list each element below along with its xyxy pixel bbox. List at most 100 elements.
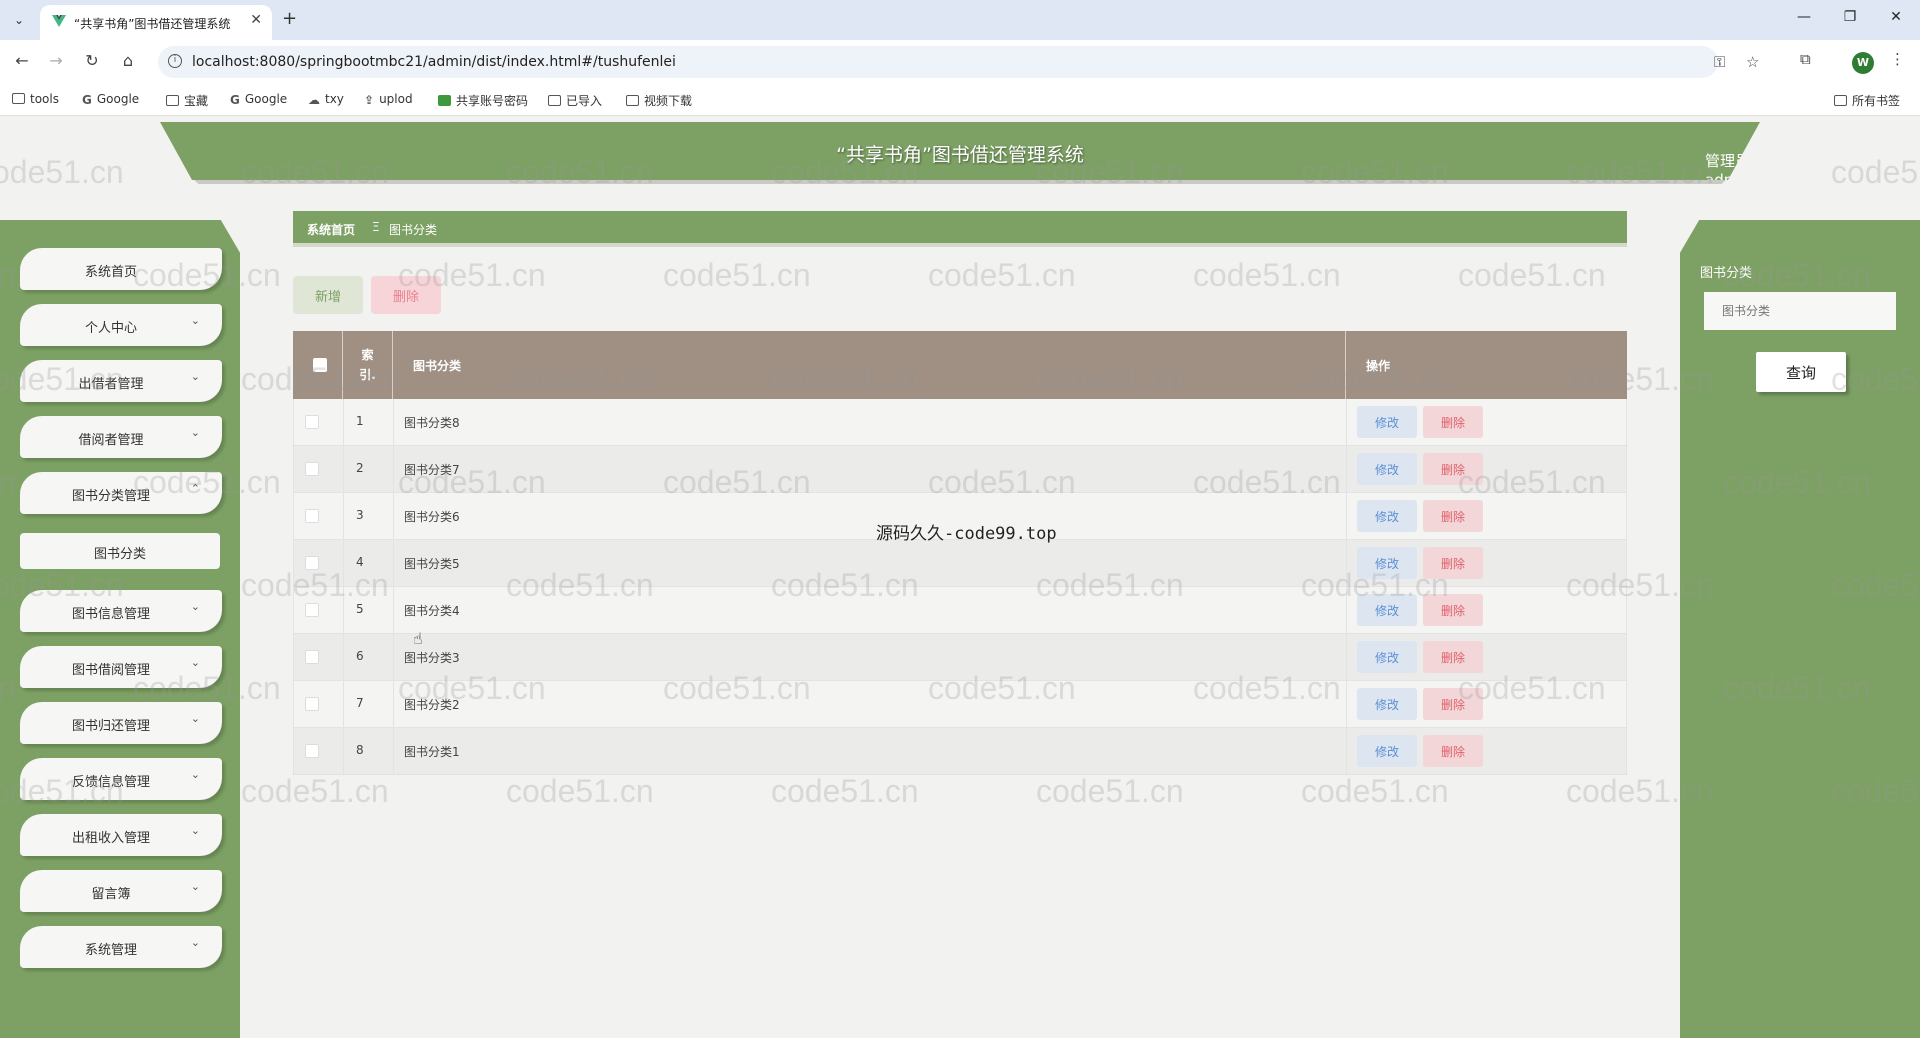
breadcrumb-home[interactable]: 系统首页 <box>307 221 355 238</box>
sidebar-subitem-category[interactable]: 图书分类 <box>20 533 220 569</box>
row-checkbox[interactable] <box>305 556 319 570</box>
edit-button[interactable]: 修改 <box>1357 500 1417 532</box>
add-button[interactable]: 新增 <box>293 276 363 314</box>
row-category-cell: 图书分类4 <box>394 587 1347 633</box>
chevron-down-icon: ⌄ <box>190 314 200 327</box>
browser-menu-icon[interactable]: ⋮ <box>1890 50 1905 68</box>
row-operation-cell: 修改 删除 <box>1347 681 1627 727</box>
sidebar-item-return-mgmt[interactable]: 图书归还管理 ⌄ <box>20 702 222 744</box>
tab-close-icon[interactable]: ✕ <box>250 12 262 28</box>
row-category-name: 图书分类7 <box>404 463 460 477</box>
sidebar-item-lender-mgmt[interactable]: 出借者管理 ⌄ <box>20 360 222 402</box>
bookmark-google[interactable]: G Google <box>82 92 139 107</box>
reload-icon[interactable]: ↻ <box>82 51 102 70</box>
row-checkbox[interactable] <box>305 415 319 429</box>
sidebar-item-book-info-mgmt[interactable]: 图书信息管理 ⌄ <box>20 590 222 632</box>
row-select-cell <box>294 493 344 539</box>
delete-button[interactable]: 删除 <box>1423 406 1483 438</box>
bookmark-imported[interactable]: 已导入 <box>548 92 602 109</box>
select-all-checkbox[interactable] <box>313 358 327 372</box>
sidebar-item-rental-income-mgmt[interactable]: 出租收入管理 ⌄ <box>20 814 222 856</box>
bookmark-tools[interactable]: tools <box>12 92 59 106</box>
chevron-down-icon: ⌄ <box>190 880 200 893</box>
bookmark-txy[interactable]: ☁ txy <box>308 92 344 107</box>
row-category-name: 图书分类5 <box>404 557 460 571</box>
edit-button[interactable]: 修改 <box>1357 641 1417 673</box>
bookmark-all[interactable]: 所有书签 <box>1834 92 1900 109</box>
minimize-icon[interactable]: — <box>1794 9 1814 25</box>
delete-button[interactable]: 删除 <box>1423 688 1483 720</box>
edit-button[interactable]: 修改 <box>1357 688 1417 720</box>
sidebar-item-borrow-mgmt[interactable]: 图书借阅管理 ⌄ <box>20 646 222 688</box>
header-operation: 操作 <box>1346 331 1627 399</box>
row-index: 2 <box>356 461 364 475</box>
bookmark-uplod[interactable]: ⇪ uplod <box>364 92 413 107</box>
new-tab-icon[interactable]: + <box>282 8 297 29</box>
bookmark-baozang[interactable]: 宝藏 <box>166 92 208 109</box>
sidebar-item-label: 图书分类管理 <box>71 489 150 504</box>
bookmark-video-download[interactable]: 视频下载 <box>626 92 692 109</box>
browser-tab[interactable]: “共享书角”图书借还管理系统 ✕ <box>40 5 272 40</box>
edit-button[interactable]: 修改 <box>1357 735 1417 767</box>
row-index: 6 <box>356 649 364 663</box>
forward-icon[interactable]: → <box>46 51 66 70</box>
sidebar-item-borrower-mgmt[interactable]: 借阅者管理 ⌄ <box>20 416 222 458</box>
edit-button[interactable]: 修改 <box>1357 547 1417 579</box>
search-button[interactable]: 查询 <box>1756 352 1846 392</box>
category-search-input[interactable] <box>1704 292 1896 330</box>
delete-button[interactable]: 删除 <box>1423 641 1483 673</box>
table-row: 1 图书分类8 修改 删除 <box>293 399 1627 446</box>
site-info-icon[interactable]: i <box>168 54 182 68</box>
bulk-delete-button[interactable]: 删除 <box>371 276 441 314</box>
delete-button[interactable]: 删除 <box>1423 547 1483 579</box>
table-row: 7 图书分类2 修改 删除 <box>293 681 1627 728</box>
omnibox[interactable]: i localhost:8080/springbootmbc21/admin/d… <box>158 46 1759 78</box>
url-text[interactable]: localhost:8080/springbootmbc21/admin/dis… <box>192 54 676 70</box>
watermark-text: code51.cn <box>241 773 389 809</box>
bookmark-google-2[interactable]: G Google <box>230 92 287 107</box>
sidebar-subitem-label: 图书分类 <box>93 547 146 562</box>
edit-button[interactable]: 修改 <box>1357 453 1417 485</box>
header-category-label: 图书分类 <box>413 359 462 373</box>
sidebar-item-category-mgmt[interactable]: 图书分类管理 ⌃ <box>20 472 222 514</box>
delete-button[interactable]: 删除 <box>1423 453 1483 485</box>
folder-icon <box>166 95 179 106</box>
row-checkbox[interactable] <box>305 603 319 617</box>
home-icon[interactable]: ⌂ <box>118 51 138 70</box>
edit-button[interactable]: 修改 <box>1357 406 1417 438</box>
edit-button[interactable]: 修改 <box>1357 594 1417 626</box>
sidebar-item-personal-center[interactable]: 个人中心 ⌄ <box>20 304 222 346</box>
row-category-name: 图书分类4 <box>404 604 460 618</box>
window-close-icon[interactable]: ✕ <box>1886 9 1906 25</box>
folder-icon <box>1834 95 1847 106</box>
sidebar-item-label: 系统管理 <box>84 943 137 958</box>
row-checkbox[interactable] <box>305 462 319 476</box>
profile-avatar[interactable]: W <box>1852 52 1874 74</box>
delete-button[interactable]: 删除 <box>1423 594 1483 626</box>
sidebar-item-guestbook[interactable]: 留言簿 ⌄ <box>20 870 222 912</box>
row-index: 8 <box>356 743 364 757</box>
row-checkbox[interactable] <box>305 650 319 664</box>
sidebar-item-feedback-mgmt[interactable]: 反馈信息管理 ⌄ <box>20 758 222 800</box>
watermark-text: code51.cn <box>1301 773 1449 809</box>
row-checkbox[interactable] <box>305 509 319 523</box>
password-key-icon[interactable]: ⚿ <box>1714 53 1725 71</box>
row-checkbox[interactable] <box>305 697 319 711</box>
delete-button[interactable]: 删除 <box>1423 500 1483 532</box>
row-select-cell <box>294 399 344 445</box>
sidebar-item-home[interactable]: 系统首页 <box>20 248 222 290</box>
tab-list-chevron-icon[interactable]: ⌄ <box>8 9 30 31</box>
source-overlay-text: 源码久久-code99.top <box>876 524 1057 544</box>
extensions-icon[interactable]: ⧉ <box>1800 50 1811 68</box>
row-checkbox[interactable] <box>305 744 319 758</box>
row-select-cell <box>294 681 344 727</box>
sidebar-item-system-mgmt[interactable]: 系统管理 ⌄ <box>20 926 222 968</box>
bookmark-shared-accounts[interactable]: 共享账号密码 <box>438 92 528 109</box>
delete-button[interactable]: 删除 <box>1423 735 1483 767</box>
bookmarks-bar: tools G Google 宝藏 G Google ☁ txy ⇪ uplod 共享账… <box>0 84 1920 116</box>
folder-icon <box>12 93 25 104</box>
table-row: 2 图书分类7 修改 删除 <box>293 446 1627 493</box>
restore-icon[interactable]: ❐ <box>1840 9 1860 25</box>
back-icon[interactable]: ← <box>12 51 32 70</box>
bookmark-star-icon[interactable]: ☆ <box>1746 53 1759 71</box>
